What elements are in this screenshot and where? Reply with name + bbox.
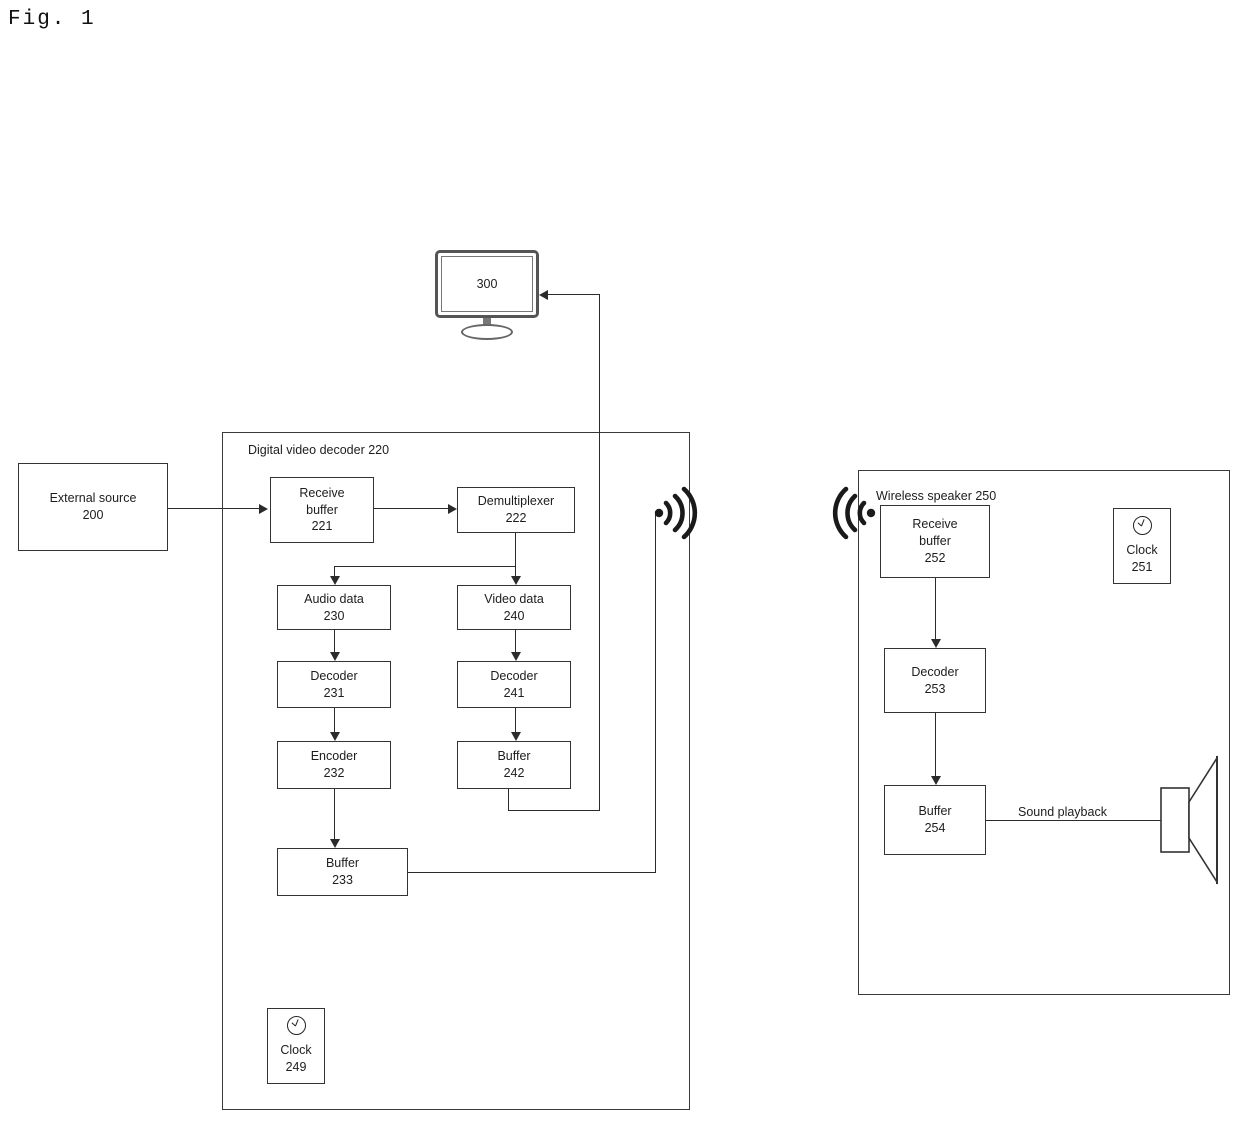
video-decoder-line2: 241 bbox=[503, 685, 525, 700]
arrowhead-video-decoder-to-buffer bbox=[510, 732, 521, 741]
audio-data-line2: 230 bbox=[323, 608, 345, 623]
connector-audio-decoder-to-encoder bbox=[334, 708, 335, 734]
arrowhead-audio-decoder-to-encoder bbox=[329, 732, 340, 741]
connector-video-decoder-to-buffer bbox=[515, 708, 516, 734]
demultiplexer-line1: Demultiplexer bbox=[477, 494, 555, 509]
external-source-node: External source 200 bbox=[18, 463, 168, 551]
arrowhead-monitor-feed bbox=[539, 289, 548, 300]
connector-video-buffer-right bbox=[508, 810, 600, 811]
audio-buffer-line2: 233 bbox=[332, 873, 353, 887]
connector-encoder-to-audio-buffer bbox=[334, 789, 335, 841]
speaker-receive-buffer-node: Receive buffer 252 bbox=[880, 505, 990, 578]
figure-title: Fig. 1 bbox=[8, 8, 96, 31]
arrowhead-encoder-to-audio-buffer bbox=[329, 839, 340, 848]
speaker-clock-node: Clock 251 bbox=[1113, 508, 1171, 584]
connector-demux-down bbox=[515, 533, 516, 566]
audio-data-node: Audio data 230 bbox=[277, 585, 391, 630]
audio-buffer-node: Buffer 233 bbox=[277, 848, 408, 896]
loudspeaker-icon bbox=[1155, 750, 1240, 890]
audio-decoder-node: Decoder 231 bbox=[277, 661, 391, 708]
video-data-node: Video data 240 bbox=[457, 585, 571, 630]
video-data-line2: 240 bbox=[503, 608, 525, 623]
arrowhead-speaker-receive-buffer-to-decoder bbox=[930, 639, 941, 648]
external-source-line2: 200 bbox=[82, 508, 104, 522]
demultiplexer-line2: 222 bbox=[505, 511, 527, 525]
connector-audio-buffer-to-antenna-riser bbox=[655, 514, 656, 873]
connector-monitor-feed bbox=[546, 294, 600, 295]
connector-demux-split-bus bbox=[334, 566, 516, 567]
video-buffer-line1: Buffer bbox=[497, 749, 531, 764]
connector-video-buffer-drop bbox=[508, 789, 509, 811]
connector-receive-buffer-to-demux bbox=[374, 508, 450, 509]
connector-audio-buffer-right bbox=[408, 872, 656, 873]
connector-speaker-decoder-to-buffer bbox=[935, 713, 936, 778]
decoder-clock-line2: 249 bbox=[285, 1060, 307, 1074]
speaker-receive-buffer-line2: buffer bbox=[919, 534, 951, 549]
video-buffer-line2: 242 bbox=[503, 766, 525, 780]
arrowhead-receive-buffer-to-demux bbox=[448, 503, 457, 514]
speaker-decoder-line2: 253 bbox=[924, 681, 946, 696]
audio-buffer-line1: Buffer bbox=[325, 856, 360, 871]
sound-playback-label: Sound playback bbox=[1013, 805, 1112, 819]
audio-decoder-line2: 231 bbox=[323, 685, 345, 700]
arrowhead-audio-data-to-decoder bbox=[329, 652, 340, 661]
display-monitor: 300 bbox=[435, 250, 545, 340]
video-decoder-line1: Decoder bbox=[490, 668, 538, 683]
arrowhead-video-data-to-decoder bbox=[510, 652, 521, 661]
audio-encoder-line2: 232 bbox=[323, 766, 345, 780]
connector-audio-data-to-decoder bbox=[334, 630, 335, 654]
audio-decoder-line1: Decoder bbox=[310, 668, 358, 683]
speaker-buffer-line1: Buffer bbox=[918, 804, 952, 819]
audio-data-line1: Audio data bbox=[304, 591, 364, 606]
wireless-transmit-icon bbox=[650, 482, 712, 544]
arrowhead-bus-to-audio-data bbox=[329, 576, 340, 585]
speaker-buffer-line2: 254 bbox=[924, 821, 946, 835]
monitor-label: 300 bbox=[476, 277, 498, 291]
audio-encoder-line1: Encoder bbox=[310, 749, 358, 764]
clock-icon bbox=[1132, 516, 1152, 536]
speaker-clock-line2: 251 bbox=[1131, 560, 1153, 574]
decoder-receive-buffer-node: Receive buffer 221 bbox=[270, 477, 374, 543]
decoder-clock-line1: Clock bbox=[280, 1043, 312, 1058]
decoder-receive-buffer-line3: 221 bbox=[311, 519, 333, 534]
external-source-line1: External source bbox=[49, 491, 137, 506]
speaker-receive-buffer-line3: 252 bbox=[924, 550, 946, 565]
monitor-base bbox=[461, 324, 513, 340]
wireless-receive-icon bbox=[818, 482, 880, 544]
decoder-receive-buffer-line1: Receive bbox=[299, 485, 345, 500]
speaker-decoder-node: Decoder 253 bbox=[884, 648, 986, 713]
clock-icon bbox=[286, 1016, 306, 1036]
arrowhead-bus-to-video-data bbox=[510, 576, 521, 585]
connector-video-data-to-decoder bbox=[515, 630, 516, 654]
speaker-decoder-line1: Decoder bbox=[911, 664, 959, 679]
audio-encoder-node: Encoder 232 bbox=[277, 741, 391, 789]
arrowhead-speaker-decoder-to-buffer bbox=[930, 776, 941, 785]
connector-speaker-receive-buffer-to-decoder bbox=[935, 578, 936, 641]
connector-video-buffer-to-monitor-riser bbox=[599, 294, 600, 811]
video-buffer-node: Buffer 242 bbox=[457, 741, 571, 789]
video-decoder-node: Decoder 241 bbox=[457, 661, 571, 708]
demultiplexer-node: Demultiplexer 222 bbox=[457, 487, 575, 533]
decoder-clock-node: Clock 249 bbox=[267, 1008, 325, 1084]
video-data-line1: Video data bbox=[484, 591, 544, 606]
speaker-receive-buffer-line1: Receive bbox=[912, 517, 958, 532]
connector-buffer-to-loudspeaker bbox=[986, 820, 1161, 821]
speaker-buffer-node: Buffer 254 bbox=[884, 785, 986, 855]
digital-video-decoder-label: Digital video decoder 220 bbox=[248, 443, 390, 457]
wireless-speaker-label: Wireless speaker 250 bbox=[876, 489, 997, 503]
decoder-receive-buffer-line2: buffer bbox=[306, 502, 338, 517]
monitor-screen: 300 bbox=[441, 256, 533, 312]
speaker-clock-line1: Clock bbox=[1126, 543, 1158, 558]
